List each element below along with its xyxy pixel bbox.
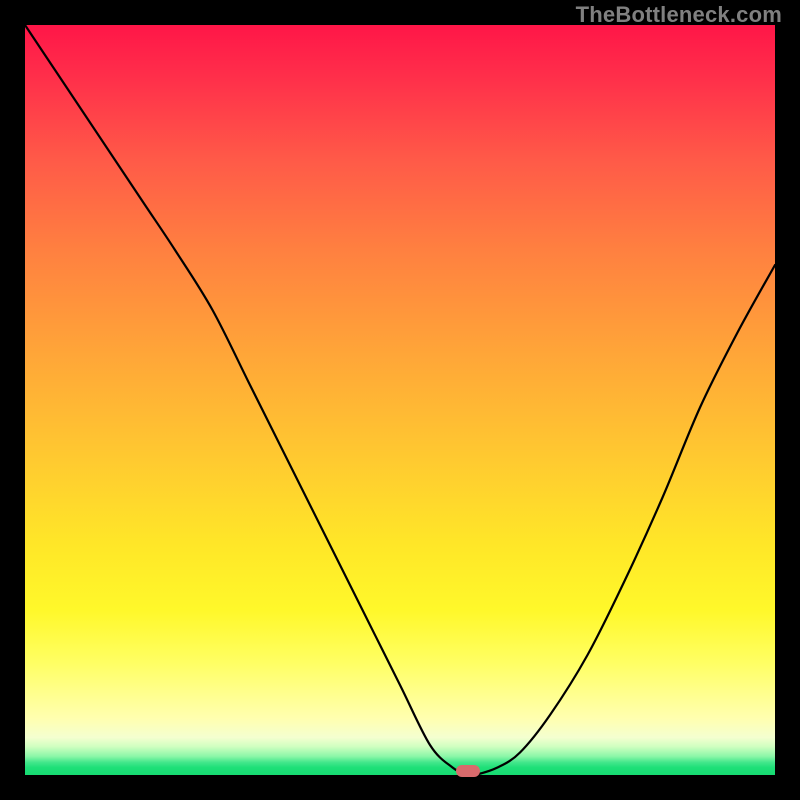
chart-container: TheBottleneck.com [0, 0, 800, 800]
curve-svg [25, 25, 775, 775]
plot-area [25, 25, 775, 775]
bottleneck-curve [25, 25, 775, 775]
vertex-marker [456, 765, 480, 777]
